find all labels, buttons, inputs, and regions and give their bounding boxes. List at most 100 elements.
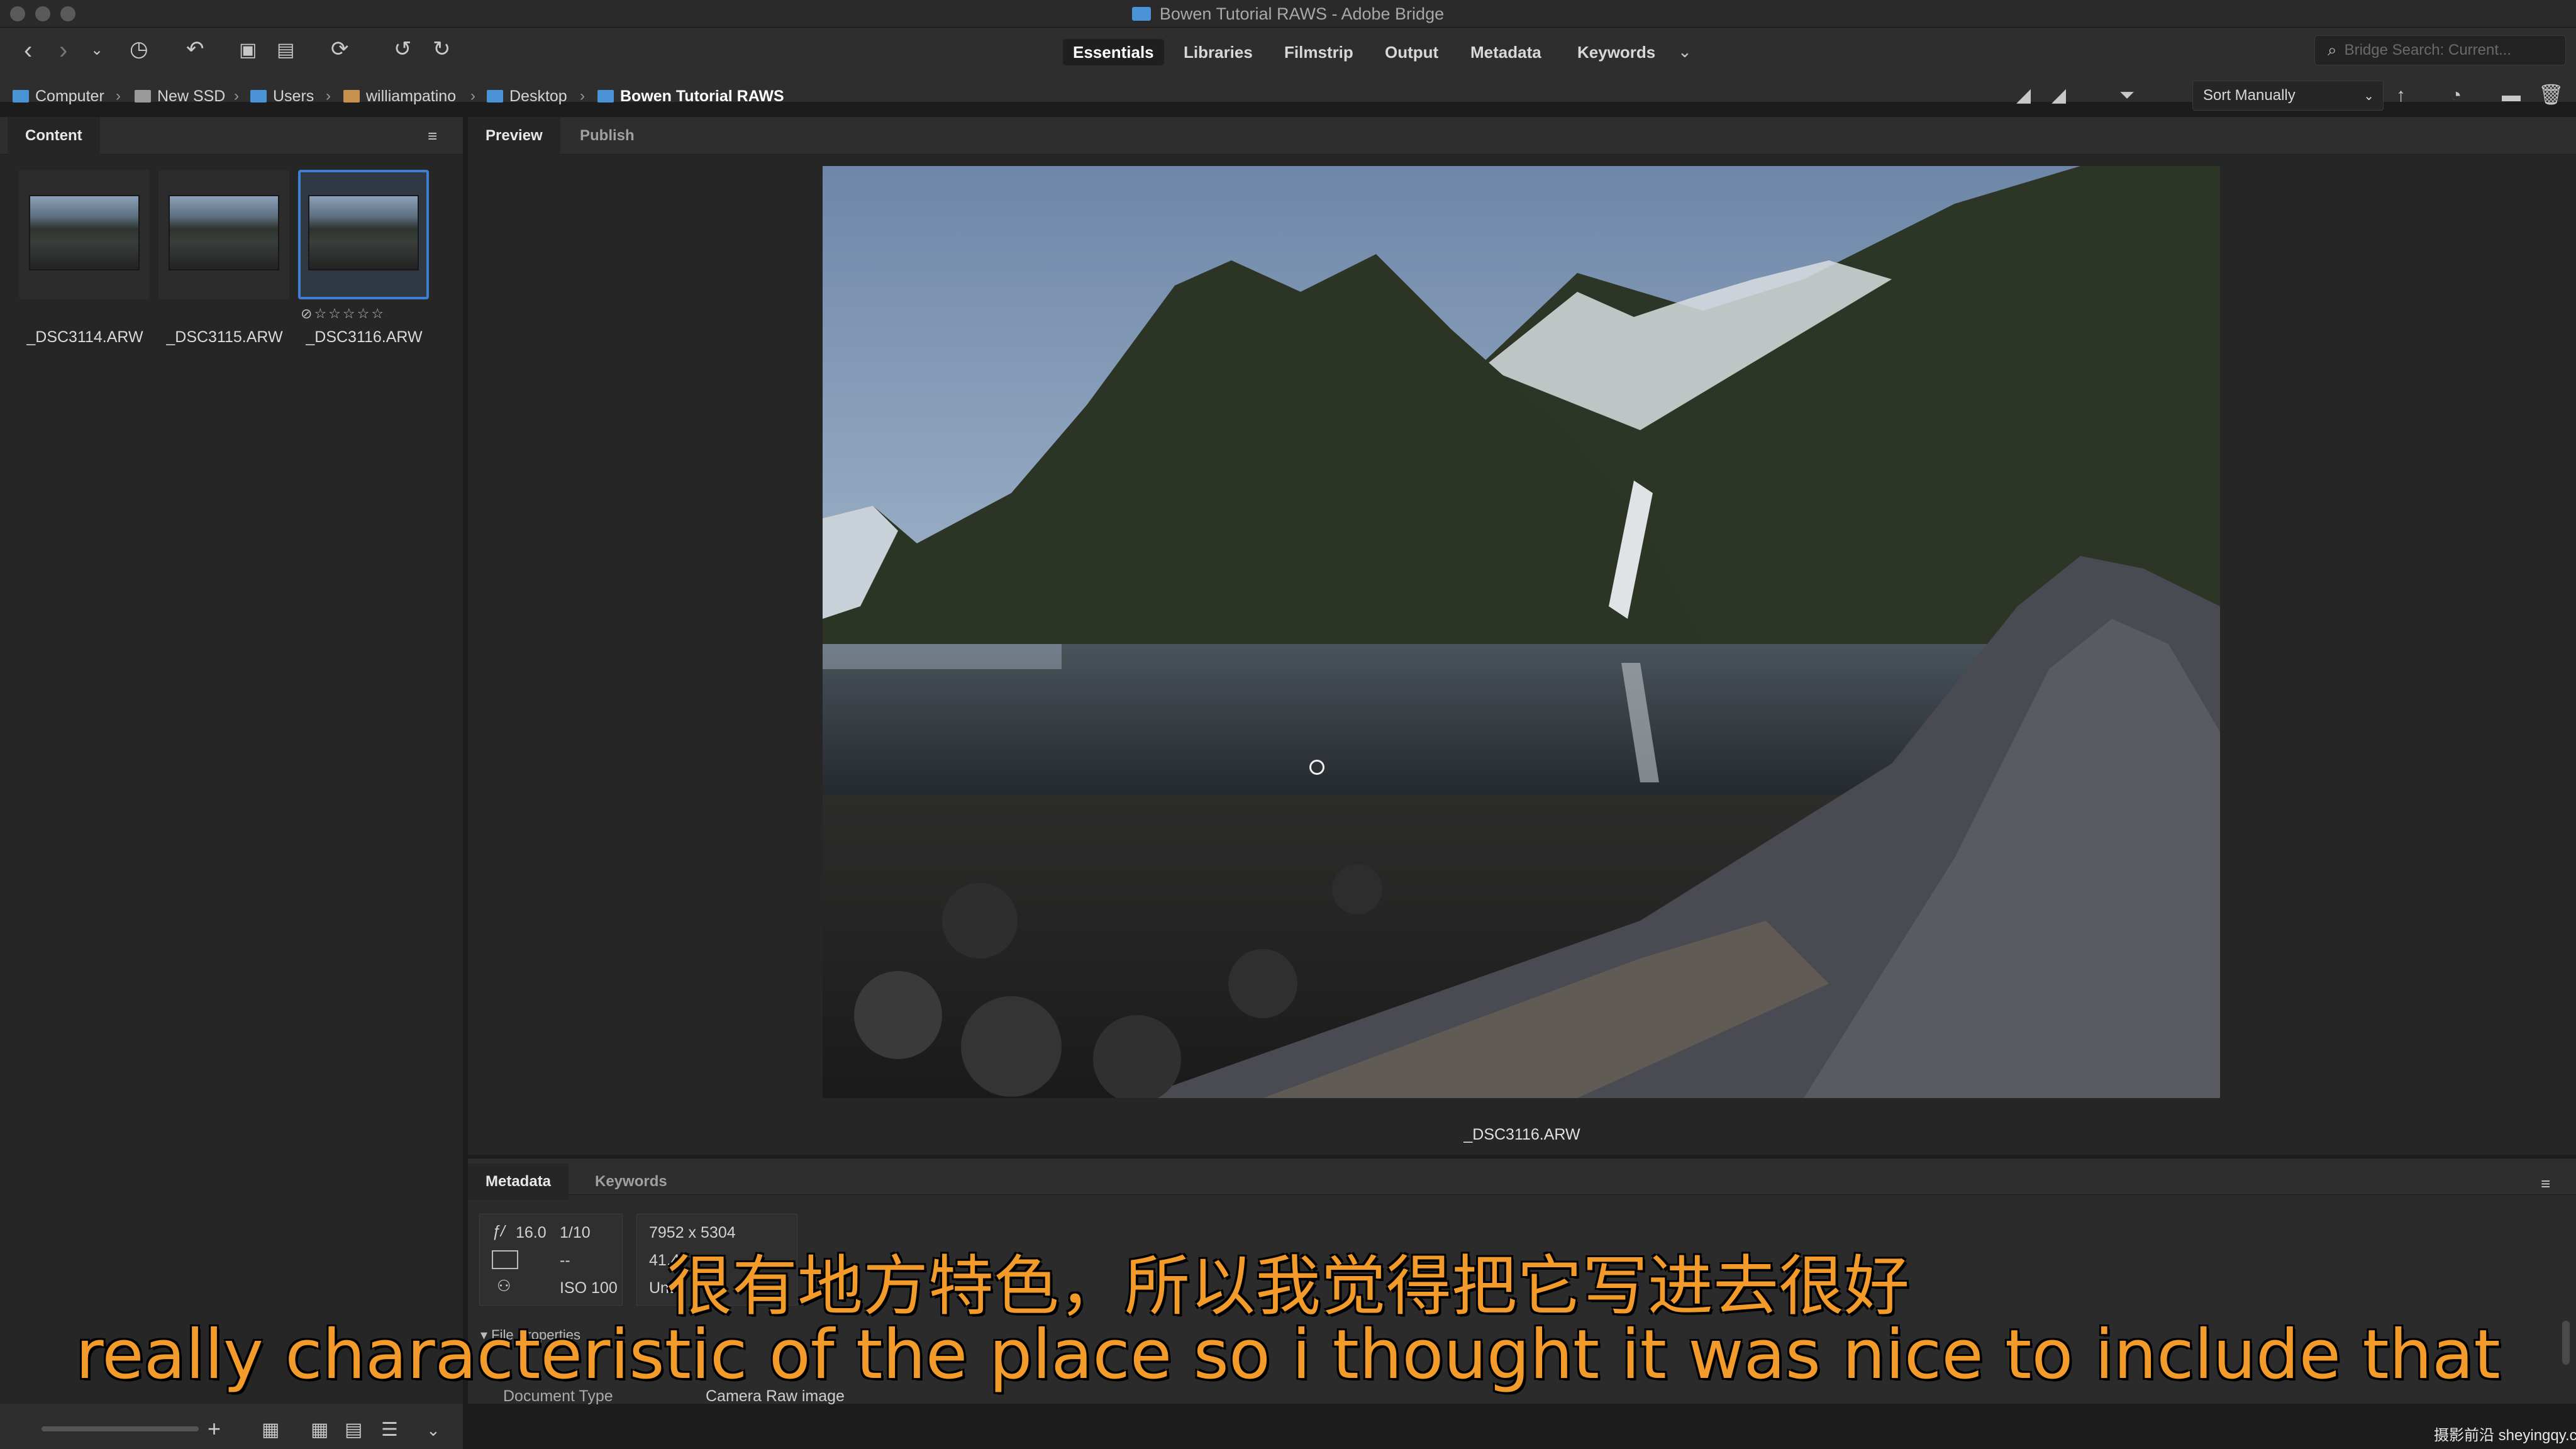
sort-ascending-icon[interactable]: ↑	[2396, 83, 2406, 108]
thumbnail-card[interactable]	[19, 170, 150, 299]
landscape-photo	[823, 166, 2220, 1098]
sort-label: Sort Manually	[2203, 87, 2296, 104]
rotate-right-icon[interactable]: ↻	[433, 36, 451, 62]
folder-icon	[487, 90, 503, 103]
tab-label: Preview	[486, 127, 543, 144]
filter-icon[interactable]: ⏷	[2119, 83, 2135, 108]
trash-icon[interactable]: 🗑	[2538, 82, 2564, 107]
quality-icon[interactable]: ◢	[2016, 83, 2031, 108]
recent-files-icon[interactable]: ◔	[2450, 83, 2462, 108]
star-filter-icon[interactable]: ◢	[2051, 83, 2066, 108]
subtitle-english: really characteristic of the place so i …	[75, 1316, 2501, 1394]
preview-panel-header	[468, 117, 2576, 155]
plus-icon[interactable]: +	[208, 1416, 221, 1441]
sort-dropdown[interactable]: Sort Manually ⌄	[2192, 80, 2384, 111]
tab-keywords[interactable]: Keywords	[577, 1163, 685, 1200]
thumbnail-image	[29, 195, 140, 270]
breadcrumb-users[interactable]: Users	[250, 86, 314, 107]
workspace-label: Filmstrip	[1284, 42, 1353, 62]
home-icon	[343, 90, 360, 103]
computer-icon	[13, 90, 29, 103]
new-folder-icon[interactable]: ▬	[2502, 83, 2521, 108]
tab-label: Content	[25, 127, 82, 144]
chevron-down-icon: ⌄	[2363, 89, 2374, 103]
preview-filename: _DSC3116.ARW	[1463, 1126, 1580, 1143]
workspace-libraries[interactable]: Libraries	[1174, 39, 1263, 65]
tab-label: Publish	[580, 127, 635, 144]
tab-metadata[interactable]: Metadata	[468, 1163, 569, 1200]
chevron-down-icon[interactable]: ⌄	[91, 38, 103, 63]
subtitle-chinese: 很有地方特色，所以我觉得把它写进去很好	[666, 1248, 1909, 1324]
search-placeholder: Bridge Search: Current...	[2344, 42, 2512, 58]
refine-icon[interactable]: ▤	[277, 38, 294, 63]
watermark-text: 摄影前沿 sheyingqy.com	[2434, 1427, 2576, 1444]
breadcrumb-new-ssd[interactable]: New SSD	[135, 86, 225, 107]
thumbnail-card[interactable]	[158, 170, 289, 299]
workspace-label: Libraries	[1184, 42, 1253, 62]
breadcrumb-label: New SSD	[157, 87, 226, 105]
preview-image[interactable]	[823, 166, 2220, 1098]
breadcrumb-current-folder[interactable]: Bowen Tutorial RAWS	[597, 86, 784, 107]
metadata-panel-header	[468, 1158, 2576, 1195]
breadcrumb-williampatino[interactable]: williampatino	[343, 86, 456, 107]
tab-publish[interactable]: Publish	[562, 117, 652, 155]
thumbnail-filename: _DSC3116.ARW	[306, 328, 423, 346]
folder-icon	[597, 90, 614, 103]
view-thumbnails-icon[interactable]: ▦	[311, 1418, 328, 1443]
folder-icon	[1131, 7, 1151, 21]
drive-icon	[135, 90, 151, 103]
workspace-metadata[interactable]: Metadata	[1460, 39, 1552, 65]
back-arrow-icon[interactable]: ‹	[24, 38, 32, 63]
recent-history-icon[interactable]: ◷	[130, 36, 148, 62]
workspace-label: Essentials	[1073, 42, 1154, 62]
panel-menu-icon[interactable]: ≡	[428, 123, 437, 148]
breadcrumb-label: Computer	[35, 87, 104, 105]
grid-lock-icon[interactable]: ▦	[262, 1418, 279, 1443]
panel-menu-icon[interactable]: ≡	[2541, 1171, 2550, 1196]
tab-content[interactable]: Content	[8, 117, 100, 155]
workspace-label: Output	[1385, 42, 1439, 62]
chevron-right-icon: ›	[580, 87, 585, 104]
rotate-left-icon[interactable]: ↺	[394, 36, 412, 62]
zoom-loupe-icon[interactable]	[1309, 760, 1324, 775]
content-panel	[0, 117, 463, 1415]
thumbnail-card-selected[interactable]	[298, 170, 429, 299]
thumbnail-image	[169, 195, 279, 270]
breadcrumb-label: Users	[273, 87, 314, 105]
search-input[interactable]: ⌕ Bridge Search: Current...	[2314, 35, 2566, 65]
view-details-icon[interactable]: ▤	[345, 1418, 362, 1443]
rating-stars[interactable]: ⊘☆☆☆☆☆	[301, 306, 386, 322]
thumbnail-image	[308, 195, 419, 270]
view-list-icon[interactable]: ☰	[381, 1418, 398, 1443]
breadcrumb-computer[interactable]: Computer	[13, 86, 104, 107]
tab-preview[interactable]: Preview	[468, 117, 560, 155]
search-icon: ⌕	[2328, 40, 2337, 59]
breadcrumb-desktop[interactable]: Desktop	[487, 86, 567, 107]
chevron-right-icon: ›	[116, 87, 121, 104]
workspace-essentials[interactable]: Essentials	[1063, 39, 1164, 65]
workspace-keywords[interactable]: Keywords	[1567, 39, 1665, 65]
chevron-right-icon: ›	[470, 87, 475, 104]
workspace-label: Metadata	[1470, 42, 1541, 62]
thumbnail-size-slider[interactable]	[42, 1426, 199, 1431]
open-recent-icon[interactable]: ⟳	[331, 36, 349, 62]
folder-icon	[250, 90, 267, 103]
workspace-output[interactable]: Output	[1375, 39, 1448, 65]
thumbnail-filename: _DSC3115.ARW	[166, 328, 283, 346]
reject-icon: ⊘	[301, 306, 314, 321]
workspace-more-chevron-icon[interactable]: ⌄	[1678, 39, 1692, 64]
window-title-area: Bowen Tutorial RAWS - Adobe Bridge	[0, 0, 2576, 28]
thumbnail-filename: _DSC3114.ARW	[26, 328, 143, 346]
tab-label: Keywords	[595, 1173, 667, 1190]
breadcrumb-label: williampatino	[366, 87, 457, 105]
view-options-chevron-icon[interactable]: ⌄	[426, 1418, 440, 1443]
workspace-filmstrip[interactable]: Filmstrip	[1274, 39, 1363, 65]
window-title: Bowen Tutorial RAWS - Adobe Bridge	[1159, 4, 1445, 23]
chevron-right-icon: ›	[234, 87, 239, 104]
boomerang-icon[interactable]: ↶	[186, 36, 204, 62]
forward-arrow-icon[interactable]: ›	[59, 38, 67, 63]
workspace-label: Keywords	[1577, 42, 1656, 62]
camera-download-icon[interactable]: ▣	[239, 38, 257, 63]
rating-glyphs: ☆☆☆☆☆	[314, 306, 386, 321]
breadcrumb-label: Bowen Tutorial RAWS	[620, 87, 784, 105]
